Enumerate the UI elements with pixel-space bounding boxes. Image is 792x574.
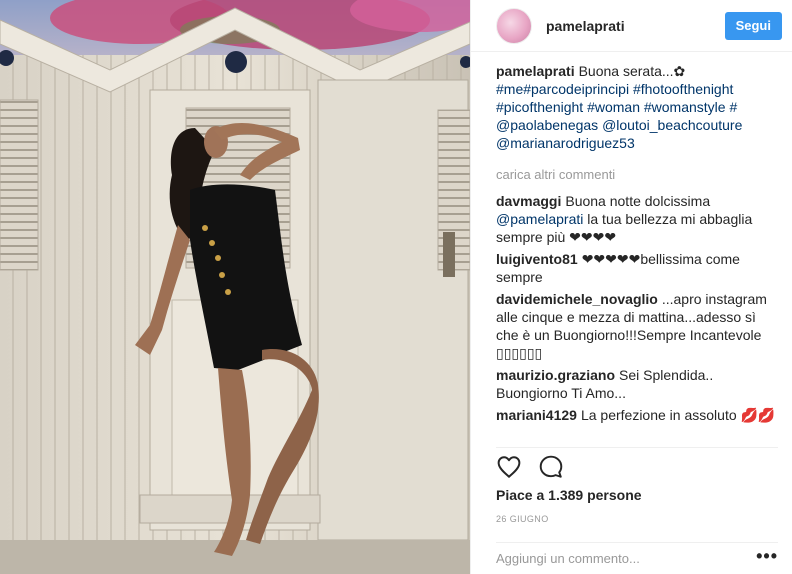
speech-bubble-icon[interactable] (538, 454, 564, 480)
likes-count[interactable]: Piace a 1.389 persone (496, 487, 642, 503)
comment-item: maurizio.graziano Sei Splendida.. Buongio… (496, 366, 778, 402)
post-date[interactable]: 26 GIUGNO (496, 514, 549, 524)
comment-mention[interactable]: @pamelaprati (496, 211, 583, 227)
comment-username[interactable]: luigivento81 (496, 251, 578, 267)
divider (496, 447, 778, 448)
add-comment-input[interactable] (496, 551, 757, 566)
comment-text: La perfezione in assoluto 💋💋 (580, 407, 776, 423)
caption-username[interactable]: pamelaprati (496, 63, 575, 79)
caption-text: Buona serata...✿ (578, 63, 686, 79)
comment-item: mariani4129 La perfezione in assoluto 💋💋 (496, 406, 778, 424)
caption-mentions[interactable]: @paolabenegas @loutoi_beachcouture @mari… (496, 117, 742, 151)
ellipsis-icon[interactable]: ••• (756, 547, 778, 567)
post-caption: pamelaprati Buona serata...✿ #me#parcodei… (496, 62, 778, 152)
photo-illustration (0, 0, 470, 574)
follow-button[interactable]: Segui (724, 11, 782, 40)
comment-item: luigivento81 ❤❤❤❤❤bellissima come sempre (496, 250, 778, 286)
comment-username[interactable]: maurizio.graziano (496, 367, 615, 383)
post-actions (496, 452, 564, 482)
comment-username[interactable]: davidemichele_novaglio (496, 291, 658, 307)
comment-username[interactable]: davmaggi (496, 193, 561, 209)
heart-icon[interactable] (496, 454, 522, 480)
caption-hashtags[interactable]: #me#parcodeiprincipi #fhotoofthenight #p… (496, 81, 737, 115)
header-username[interactable]: pamelaprati (546, 18, 725, 34)
comment-item: davmaggi Buona notte dolcissima @pamelapr… (496, 192, 778, 246)
load-more-comments-link[interactable]: carica altri commenti (496, 166, 778, 184)
comments-list[interactable]: pamelaprati Buona serata...✿ #me#parcodei… (496, 62, 778, 447)
post-header: pamelaprati Segui (471, 0, 792, 52)
comment-username[interactable]: mariani4129 (496, 407, 577, 423)
comment-text: Buona notte dolcissima (565, 193, 711, 209)
comment-item: davidemichele_novaglio ...apro instagram … (496, 290, 778, 362)
post-sidebar: pamelaprati Segui pamelaprati Buona serat… (470, 0, 792, 574)
add-comment-bar: ••• (496, 542, 778, 574)
post-photo[interactable] (0, 0, 470, 574)
avatar[interactable] (496, 7, 532, 44)
